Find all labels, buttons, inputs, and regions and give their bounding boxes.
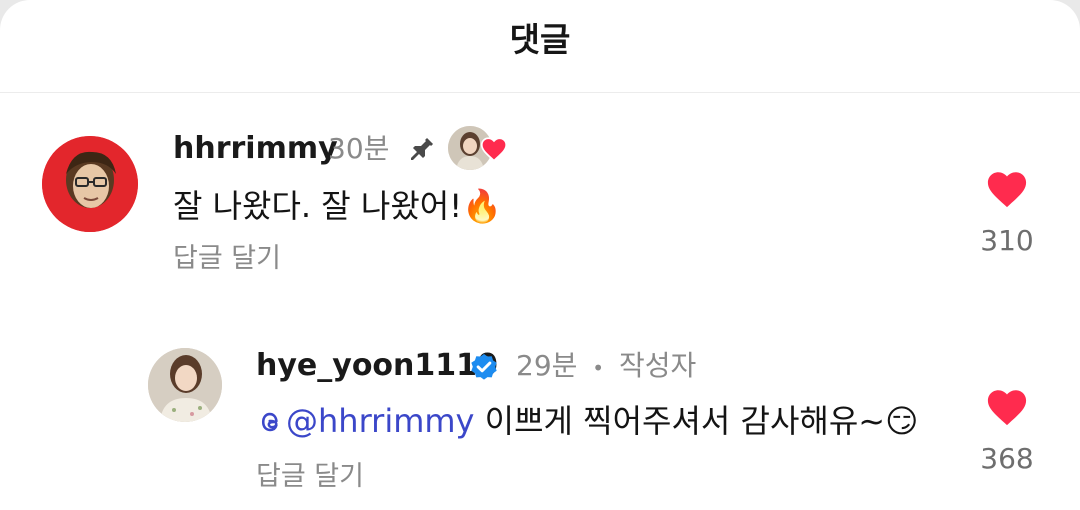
avatar[interactable]: [148, 348, 222, 422]
reply-button[interactable]: 답글 달기: [256, 460, 364, 494]
comment-item: hye_yoon1110 29분 • 작성자 @hhrrimmy 이쁘게 찍어주…: [0, 300, 1080, 510]
mention-link[interactable]: @hhrrimmy: [256, 402, 474, 440]
comment-text-content: 이쁘게 찍어주셔서 감사해유~: [484, 402, 886, 440]
comment-text: 잘 나왔다. 잘 나왔어!🔥: [173, 185, 502, 227]
comment-text-content: 잘 나왔다. 잘 나왔어!: [173, 187, 463, 225]
like-count: 310: [980, 224, 1034, 257]
comments-sheet: 댓글 hhrrimmy 30분 잘 나왔다. 잘 나왔어!🔥 답글 달기 310…: [0, 0, 1080, 510]
mention-text: @hhrrimmy: [286, 402, 475, 440]
comment-username[interactable]: hye_yoon1110: [256, 348, 498, 384]
like-count: 368: [980, 442, 1034, 475]
threads-icon: [261, 412, 278, 432]
comment-time: 30분: [328, 132, 390, 165]
comment-text: @hhrrimmy 이쁘게 찍어주셔서 감사해유~😏: [256, 400, 918, 442]
verified-badge-icon: [468, 352, 500, 384]
smirk-emoji-icon: 😏: [885, 402, 919, 440]
comment-time: 29분 • 작성자: [516, 348, 696, 386]
avatar-face-image: [42, 136, 138, 232]
avatar-photo-image: [148, 348, 222, 422]
comment-username[interactable]: hhrrimmy: [173, 131, 338, 167]
separator-dot: •: [592, 356, 605, 380]
comment-item: hhrrimmy 30분 잘 나왔다. 잘 나왔어!🔥 답글 달기 310: [0, 0, 1080, 300]
author-tag: 작성자: [619, 349, 697, 382]
pin-icon: [404, 133, 438, 167]
heart-icon: [480, 136, 508, 162]
heart-icon: [987, 390, 1027, 426]
like-button[interactable]: [985, 169, 1029, 209]
like-button[interactable]: [985, 387, 1029, 427]
reply-button[interactable]: 답글 달기: [173, 242, 281, 276]
heart-icon: [987, 172, 1027, 208]
fire-emoji-icon: 🔥: [462, 187, 502, 225]
avatar[interactable]: [42, 136, 138, 232]
comment-time-value: 29분: [516, 349, 578, 382]
